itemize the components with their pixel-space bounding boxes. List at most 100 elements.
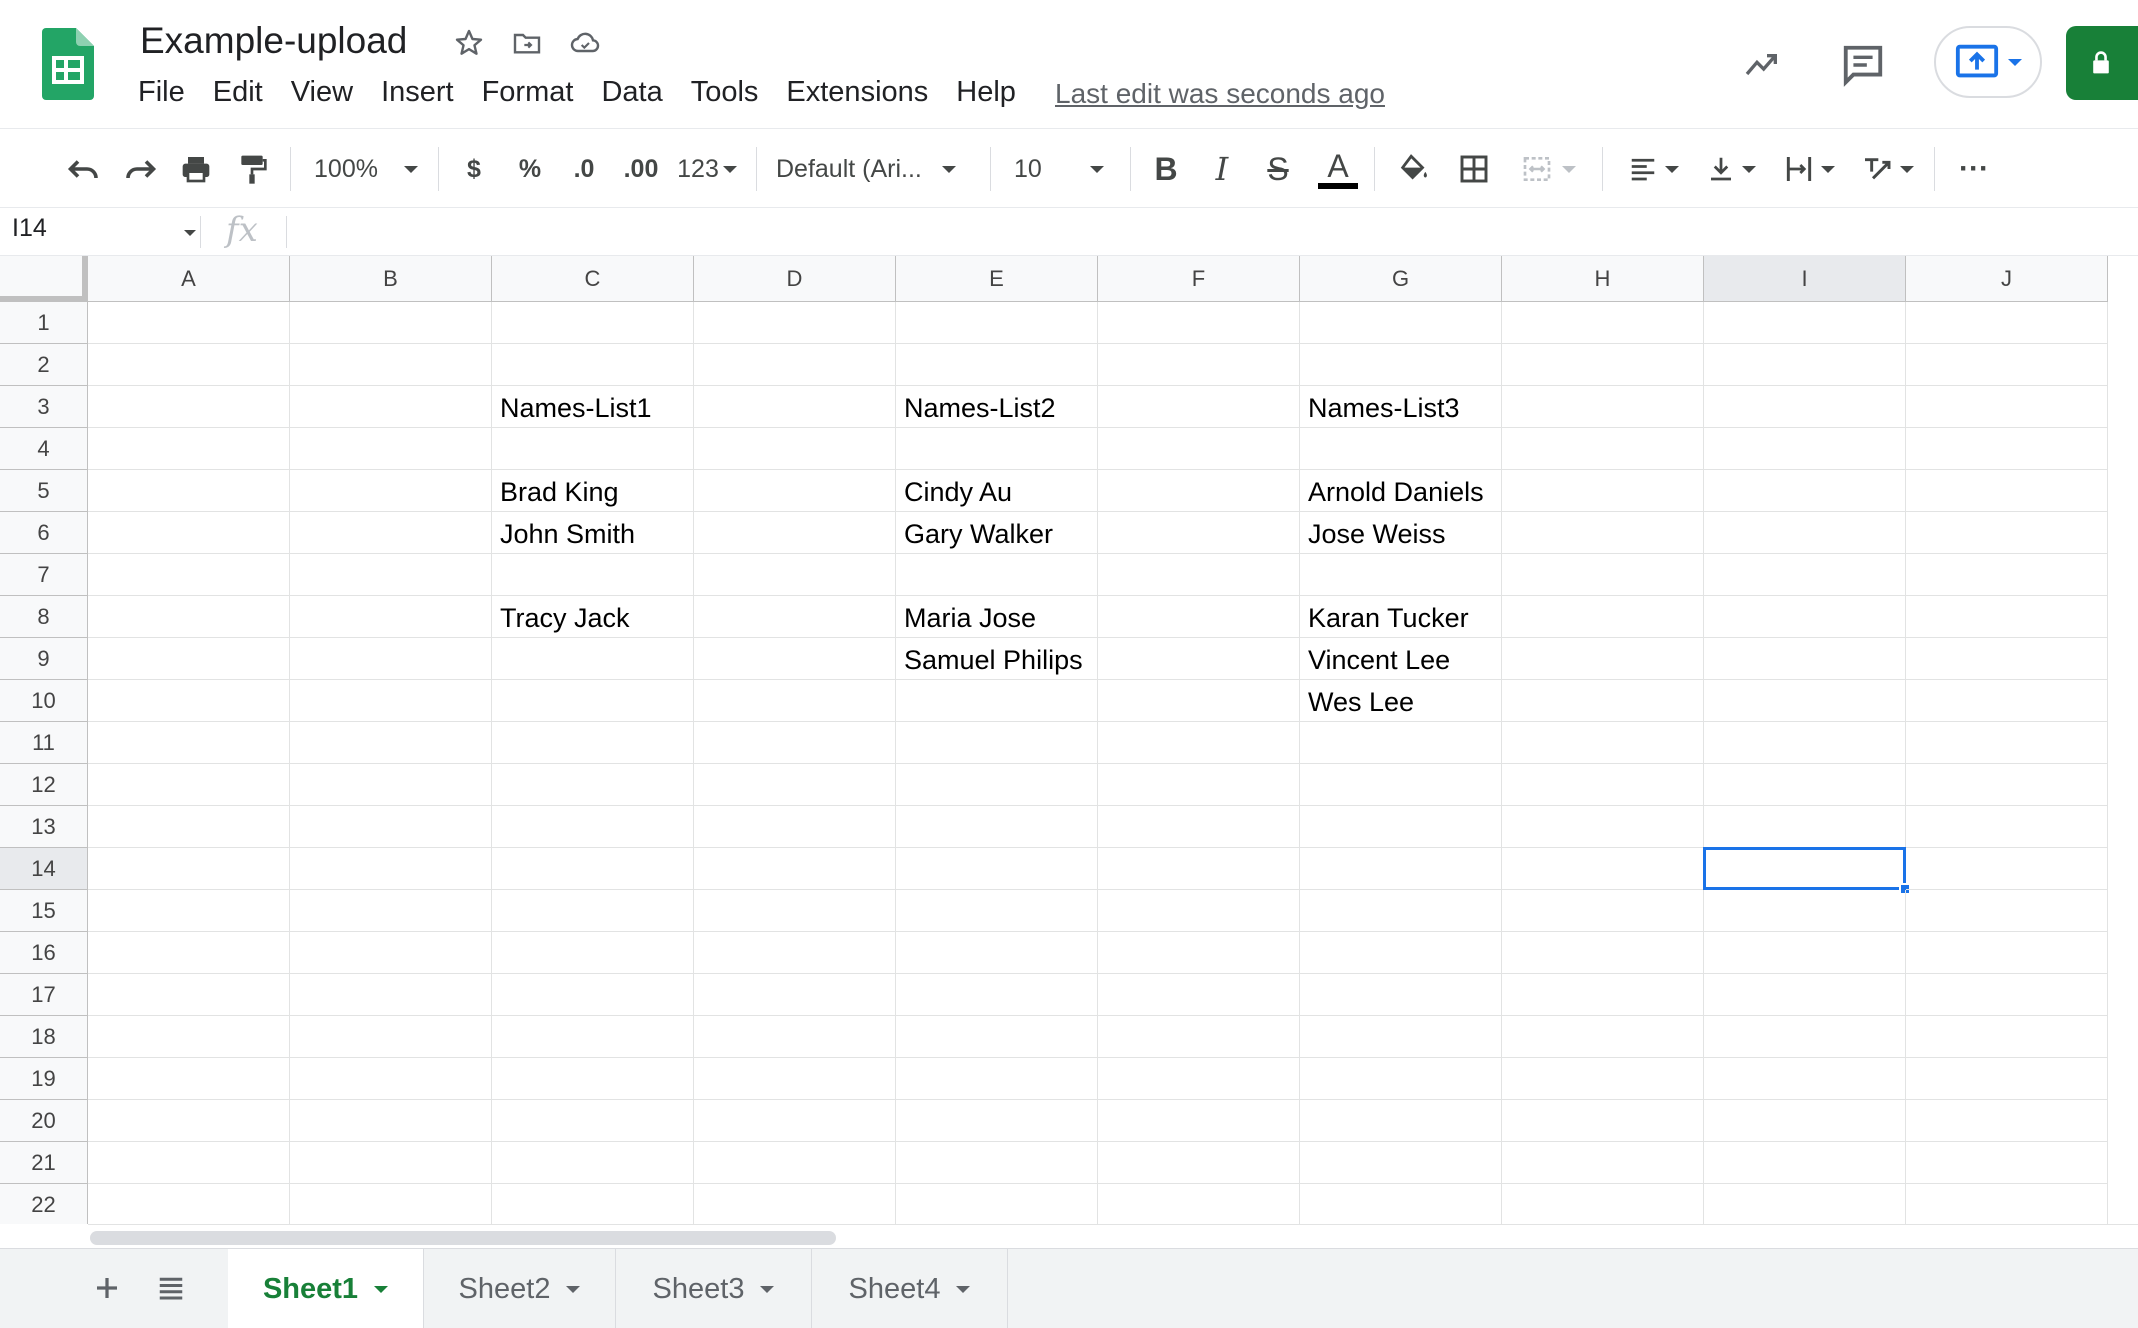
cell-d10[interactable] [694,680,896,722]
cell-j8[interactable] [1906,596,2108,638]
cell-c15[interactable] [492,890,694,932]
cell-e7[interactable] [896,554,1098,596]
cell-b10[interactable] [290,680,492,722]
cell-i22[interactable] [1704,1184,1906,1224]
cell-g3[interactable]: Names-List3 [1300,386,1502,428]
cell-e1[interactable] [896,302,1098,344]
column-header-h[interactable]: H [1502,256,1704,302]
cell-f19[interactable] [1098,1058,1300,1100]
cell-c4[interactable] [492,428,694,470]
cell-g7[interactable] [1300,554,1502,596]
cell-i7[interactable] [1704,554,1906,596]
cell-g10[interactable]: Wes Lee [1300,680,1502,722]
cell-j15[interactable] [1906,890,2108,932]
cell-b18[interactable] [290,1016,492,1058]
cell-e13[interactable] [896,806,1098,848]
column-header-e[interactable]: E [896,256,1098,302]
paint-format-icon[interactable] [228,129,276,209]
cell-b20[interactable] [290,1100,492,1142]
cell-g13[interactable] [1300,806,1502,848]
cell-h17[interactable] [1502,974,1704,1016]
cell-b15[interactable] [290,890,492,932]
currency-format-button[interactable]: $ [452,129,496,209]
cell-g15[interactable] [1300,890,1502,932]
cell-c22[interactable] [492,1184,694,1224]
cell-j10[interactable] [1906,680,2108,722]
cell-f2[interactable] [1098,344,1300,386]
borders-icon[interactable] [1452,129,1496,209]
row-header-2[interactable]: 2 [0,344,88,386]
cell-g8[interactable]: Karan Tucker [1300,596,1502,638]
row-header-16[interactable]: 16 [0,932,88,974]
cell-f12[interactable] [1098,764,1300,806]
cell-g12[interactable] [1300,764,1502,806]
cell-c3[interactable]: Names-List1 [492,386,694,428]
cell-h8[interactable] [1502,596,1704,638]
cell-h12[interactable] [1502,764,1704,806]
cell-b22[interactable] [290,1184,492,1224]
cell-c21[interactable] [492,1142,694,1184]
cell-d2[interactable] [694,344,896,386]
cell-f5[interactable] [1098,470,1300,512]
name-box[interactable]: I14 [12,214,47,243]
cell-f22[interactable] [1098,1184,1300,1224]
cell-h22[interactable] [1502,1184,1704,1224]
cell-f3[interactable] [1098,386,1300,428]
cell-e4[interactable] [896,428,1098,470]
cell-d19[interactable] [694,1058,896,1100]
cell-b7[interactable] [290,554,492,596]
increase-decimal-button[interactable]: .00 [616,129,666,209]
cell-h2[interactable] [1502,344,1704,386]
cell-i1[interactable] [1704,302,1906,344]
cell-c9[interactable] [492,638,694,680]
cell-h11[interactable] [1502,722,1704,764]
cell-d6[interactable] [694,512,896,554]
strikethrough-button[interactable]: S [1258,129,1298,209]
cell-d11[interactable] [694,722,896,764]
cell-j9[interactable] [1906,638,2108,680]
cell-j11[interactable] [1906,722,2108,764]
cell-f16[interactable] [1098,932,1300,974]
cell-i9[interactable] [1704,638,1906,680]
cell-j22[interactable] [1906,1184,2108,1224]
cell-f6[interactable] [1098,512,1300,554]
cell-e9[interactable]: Samuel Philips [896,638,1098,680]
cell-i10[interactable] [1704,680,1906,722]
cell-e22[interactable] [896,1184,1098,1224]
cell-c5[interactable]: Brad King [492,470,694,512]
cell-d16[interactable] [694,932,896,974]
cell-g21[interactable] [1300,1142,1502,1184]
cell-h5[interactable] [1502,470,1704,512]
menu-extensions[interactable]: Extensions [772,76,942,109]
cell-h4[interactable] [1502,428,1704,470]
cell-e14[interactable] [896,848,1098,890]
cell-b13[interactable] [290,806,492,848]
cell-g22[interactable] [1300,1184,1502,1224]
cell-j21[interactable] [1906,1142,2108,1184]
share-button[interactable] [2066,26,2138,100]
cell-a7[interactable] [88,554,290,596]
cell-d14[interactable] [694,848,896,890]
cell-b14[interactable] [290,848,492,890]
cell-a8[interactable] [88,596,290,638]
cell-i21[interactable] [1704,1142,1906,1184]
cell-b9[interactable] [290,638,492,680]
cell-h6[interactable] [1502,512,1704,554]
sheet-tab-sheet2[interactable]: Sheet2 [424,1249,616,1328]
font-size-select[interactable]: 10 [1004,129,1124,209]
cell-i15[interactable] [1704,890,1906,932]
cell-i12[interactable] [1704,764,1906,806]
cell-a21[interactable] [88,1142,290,1184]
chevron-down-icon[interactable] [956,1285,971,1293]
cell-f20[interactable] [1098,1100,1300,1142]
cell-j7[interactable] [1906,554,2108,596]
cell-f4[interactable] [1098,428,1300,470]
cell-j13[interactable] [1906,806,2108,848]
cell-d4[interactable] [694,428,896,470]
cell-b5[interactable] [290,470,492,512]
horizontal-scrollbar-thumb[interactable] [90,1231,836,1245]
more-options-button[interactable]: ··· [1950,129,1998,209]
formula-input[interactable] [300,214,2120,250]
cell-h20[interactable] [1502,1100,1704,1142]
cell-e3[interactable]: Names-List2 [896,386,1098,428]
